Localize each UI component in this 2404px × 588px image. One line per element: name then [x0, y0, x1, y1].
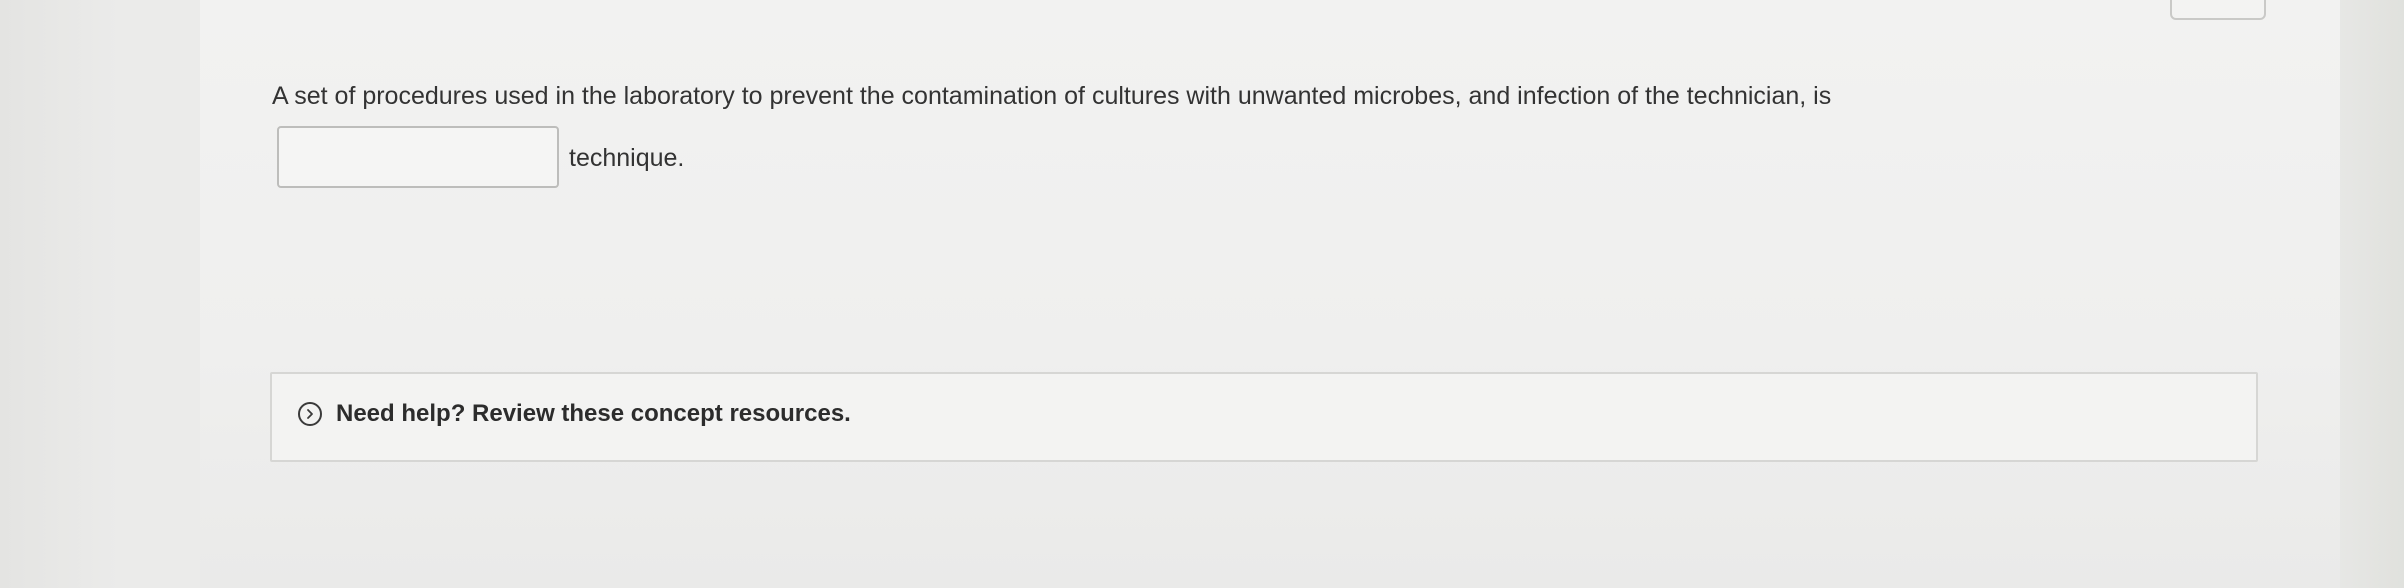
after-blank-text: technique.	[569, 143, 685, 172]
fill-in-blank-input[interactable]	[277, 126, 559, 188]
chevron-right-circle-icon	[298, 402, 322, 426]
question-text: A set of procedures used in the laborato…	[272, 82, 1832, 110]
help-panel: Need help? Review these concept resource…	[270, 372, 2258, 462]
answer-row: technique.	[277, 126, 684, 188]
help-toggle[interactable]: Need help? Review these concept resource…	[298, 400, 851, 428]
top-right-button[interactable]	[2170, 0, 2266, 20]
help-label: Need help? Review these concept resource…	[336, 400, 851, 427]
